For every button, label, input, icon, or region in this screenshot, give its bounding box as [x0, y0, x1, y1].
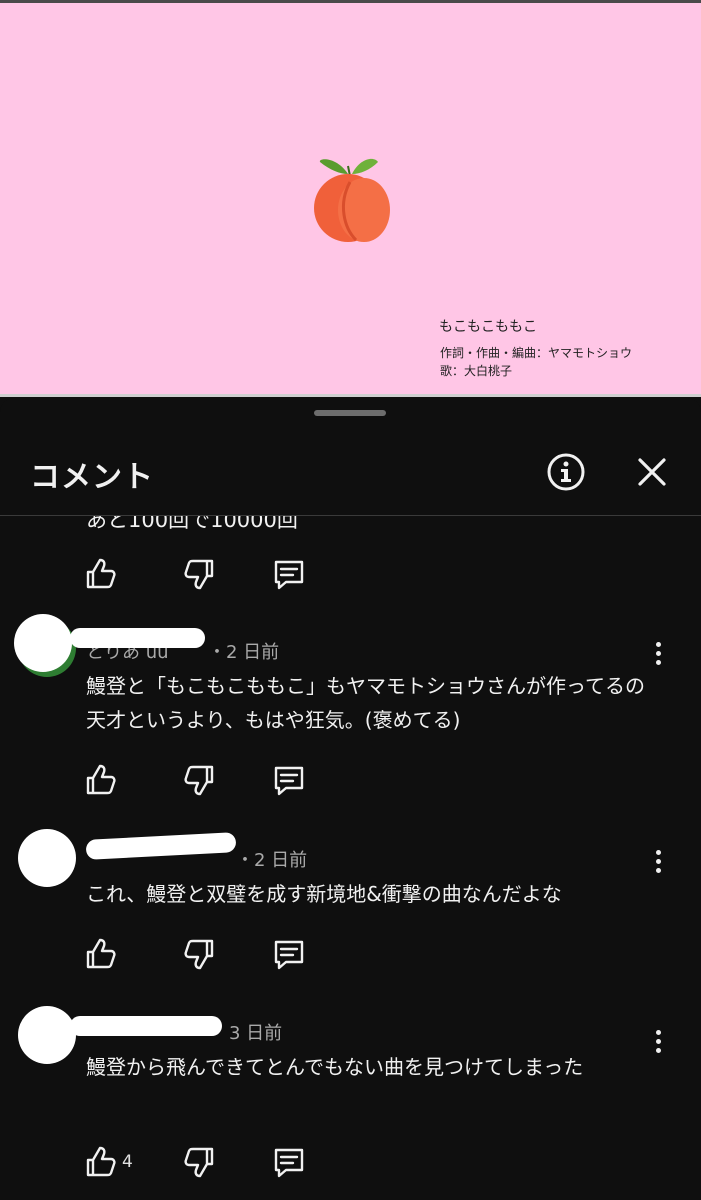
more-options-button[interactable]	[646, 846, 670, 886]
redaction-mark	[70, 628, 205, 648]
like-button[interactable]	[80, 554, 120, 594]
dislike-button[interactable]	[180, 554, 220, 594]
avatar[interactable]	[18, 1006, 76, 1064]
avatar[interactable]	[18, 829, 76, 887]
reply-button[interactable]	[269, 934, 309, 974]
more-options-button[interactable]	[646, 1026, 670, 1066]
thumbs-down-icon	[184, 939, 214, 970]
reply-button[interactable]	[269, 1142, 309, 1182]
redaction-mark	[70, 1016, 222, 1036]
credit-composer: 作詞・作曲・編曲：ヤマモトショウ	[440, 346, 633, 360]
thumbs-up-icon	[86, 558, 116, 589]
thumbs-down-icon	[184, 765, 214, 796]
comment-time: 3 日前	[229, 1023, 283, 1044]
dislike-button[interactable]	[180, 760, 220, 800]
avatar[interactable]	[14, 614, 72, 672]
close-button[interactable]	[630, 450, 674, 494]
reply-icon	[274, 1148, 304, 1178]
redaction-mark	[85, 832, 237, 860]
credit-singer: 歌：大白桃子	[440, 364, 513, 378]
top-status-line	[0, 0, 701, 3]
song-title: もこもこももこ	[439, 319, 537, 335]
like-count: 4	[122, 1152, 133, 1172]
video-player[interactable]: もこもこももこ 作詞・作曲・編曲：ヤマモトショウ 歌：大白桃子	[0, 0, 701, 396]
thumbs-down-icon	[184, 559, 214, 590]
thumbs-down-icon	[184, 1147, 214, 1178]
comments-list[interactable]: あと100回で10000回 とりあ uu ・2 日前 鰻登と「もこもこももこ」も…	[0, 516, 701, 1200]
thumbs-up-icon	[86, 764, 116, 795]
comment-text: 鰻登から飛んできてとんでもない曲を見つけてしまった	[86, 1055, 584, 1079]
reply-icon	[274, 560, 304, 590]
info-icon	[547, 453, 585, 491]
dislike-button[interactable]	[180, 934, 220, 974]
dislike-button[interactable]	[180, 1142, 220, 1182]
comment-text: 鰻登と「もこもこももこ」もヤマモトショウさんが作ってるの天才というより、もはや狂…	[86, 674, 645, 732]
like-button[interactable]	[80, 1142, 120, 1182]
reply-icon	[274, 766, 304, 796]
peach-icon	[314, 158, 390, 242]
reply-button[interactable]	[269, 760, 309, 800]
comment-time: ・2 日前	[236, 850, 308, 871]
reply-button[interactable]	[269, 554, 309, 594]
comment-time: ・2 日前	[208, 642, 280, 663]
info-button[interactable]	[544, 450, 588, 494]
drag-handle[interactable]	[314, 410, 386, 416]
comments-sheet: コメント あと100回で10000回 とりあ uu ・2 日前 鰻登と「もこもこ…	[0, 398, 701, 1200]
comment-text: これ、鰻登と双璧を成す新境地&衝撃の曲なんだよな	[86, 882, 562, 906]
reply-icon	[274, 940, 304, 970]
comment-text-partial: あと100回で10000回	[86, 516, 298, 532]
close-icon	[638, 458, 666, 486]
like-button[interactable]	[80, 934, 120, 974]
comments-title: コメント	[30, 460, 154, 495]
thumbs-up-icon	[86, 1146, 116, 1177]
thumbs-up-icon	[86, 938, 116, 969]
more-options-button[interactable]	[646, 638, 670, 678]
video-progress-track[interactable]	[0, 394, 701, 397]
like-button[interactable]	[80, 760, 120, 800]
